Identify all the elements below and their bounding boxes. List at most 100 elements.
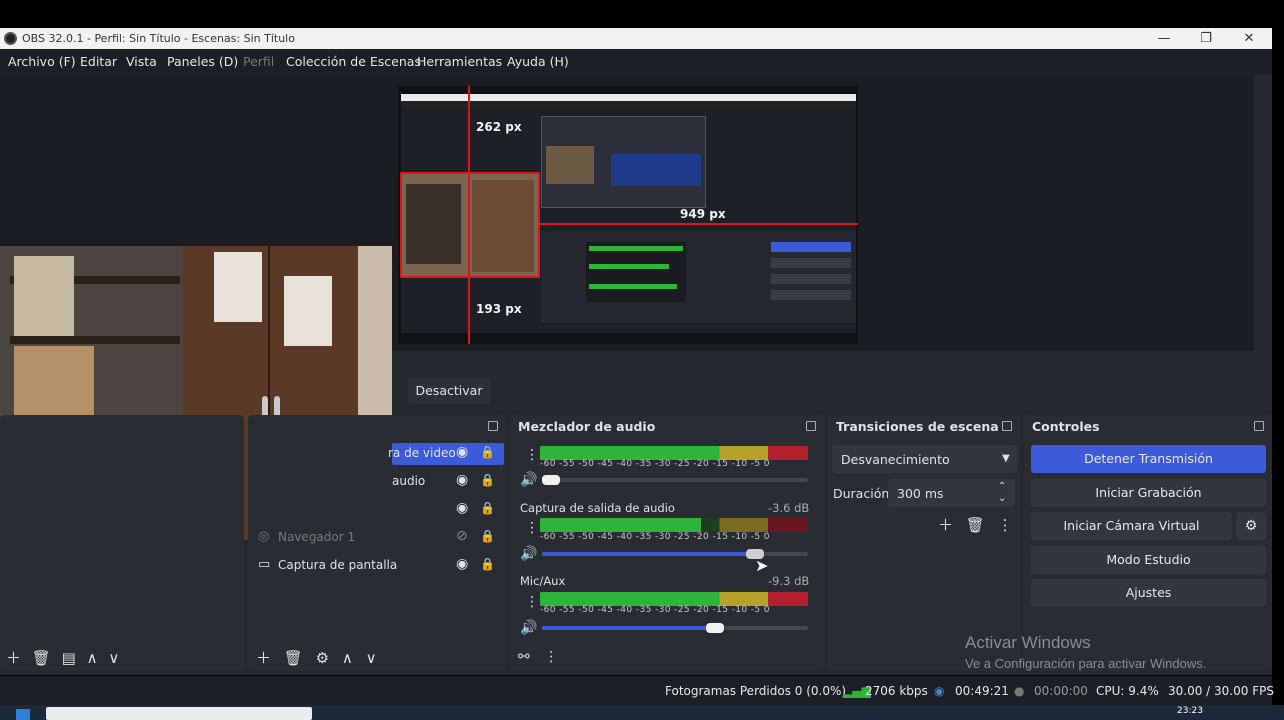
add-transition-icon[interactable]: ＋ xyxy=(938,516,953,534)
mixer-menu-icon[interactable]: ⋮ xyxy=(544,649,558,665)
guide-label-top: 262 px xyxy=(476,120,522,134)
channel-menu-icon[interactable]: ⋮ xyxy=(525,447,539,463)
speaker-icon[interactable]: 🔊 xyxy=(520,620,537,636)
selected-source-box[interactable] xyxy=(400,172,540,278)
source-down-icon[interactable]: ∨ xyxy=(366,649,377,667)
eye-hidden-icon[interactable]: ⊘ xyxy=(456,528,468,544)
restore-button[interactable]: ❐ xyxy=(1191,29,1221,48)
dock-undock-icon[interactable] xyxy=(488,421,498,431)
channel-menu-icon[interactable]: ⋮ xyxy=(525,594,539,610)
lock-icon[interactable]: 🔒 xyxy=(480,501,495,515)
scene-up-icon[interactable]: ∧ xyxy=(87,649,98,667)
transitions-toolbar: ＋ 🗑 ⋮ xyxy=(938,514,1013,535)
transition-selected: Desvanecimiento xyxy=(841,452,950,467)
bitrate: 2706 kbps xyxy=(865,684,928,698)
dock-undock-icon[interactable] xyxy=(1254,421,1264,431)
window-titlebar: OBS 32.0.1 - Perfil: Sin Título - Escena… xyxy=(0,28,1272,49)
transition-select[interactable]: Desvanecimiento ▼ xyxy=(832,445,1017,473)
speaker-icon[interactable]: 🔊 xyxy=(520,546,537,562)
windows-start-icon[interactable] xyxy=(16,709,30,720)
source-label: ra de video xyxy=(388,446,456,460)
deactivate-button[interactable]: Desactivar xyxy=(408,378,490,404)
remove-scene-icon[interactable]: 🗑 xyxy=(32,649,51,667)
source-properties-icon[interactable]: ⚙ xyxy=(316,649,329,667)
channel-meter xyxy=(540,592,808,606)
source-item-selected[interactable]: ra de video ◉ 🔒 xyxy=(388,443,504,465)
guide-vertical xyxy=(468,86,470,344)
menu-ayuda[interactable]: Ayuda (H) xyxy=(507,54,569,69)
speaker-icon[interactable]: 🔊 xyxy=(520,472,537,488)
volume-slider[interactable] xyxy=(542,478,808,482)
menu-herramientas[interactable]: Herramientas xyxy=(417,54,502,69)
eye-icon[interactable]: ◉ xyxy=(456,444,468,460)
transitions-header: Transiciones de escena xyxy=(828,415,1020,439)
sources-header xyxy=(248,415,506,439)
source-item[interactable]: ▭ Captura de pantalla ◉ 🔒 xyxy=(254,555,504,577)
stepper-up-icon[interactable]: ⌃ xyxy=(998,481,1006,492)
dock-undock-icon[interactable] xyxy=(806,421,816,431)
lock-icon[interactable]: 🔒 xyxy=(480,473,495,487)
stepper-down-icon[interactable]: ⌄ xyxy=(998,493,1006,504)
guide-label-right: 949 px xyxy=(680,207,726,221)
menu-bar: Archivo (F) Editar Vista Paneles (D) Per… xyxy=(0,49,1272,75)
browser-icon: ◎ xyxy=(258,529,270,544)
chevron-down-icon: ▼ xyxy=(1002,453,1010,464)
studio-mode-button[interactable]: Modo Estudio xyxy=(1031,546,1266,574)
eye-icon[interactable]: ◉ xyxy=(456,472,468,488)
channel-db: -3.6 dB xyxy=(768,501,810,515)
virtual-cam-settings-icon[interactable]: ⚙ xyxy=(1236,512,1266,540)
channel-menu-icon[interactable]: ⋮ xyxy=(525,520,539,536)
mixer-toolbar: ⚯ ⋮ xyxy=(518,649,558,665)
stream-time: 00:49:21 xyxy=(955,684,1009,698)
menu-vista[interactable]: Vista xyxy=(126,54,157,69)
lock-icon[interactable]: 🔒 xyxy=(480,529,495,543)
record-time: 00:00:00 xyxy=(1034,684,1088,698)
minimize-button[interactable]: — xyxy=(1149,29,1179,48)
menu-archivo[interactable]: Archivo (F) xyxy=(8,54,76,69)
menu-perfil[interactable]: Perfil xyxy=(243,54,274,69)
source-up-icon[interactable]: ∧ xyxy=(342,649,353,667)
stop-stream-button[interactable]: Detener Transmisión xyxy=(1031,445,1266,473)
eye-icon[interactable]: ◉ xyxy=(456,556,468,572)
source-item[interactable]: audio ◉ 🔒 xyxy=(392,471,504,493)
channel-meter xyxy=(540,518,808,532)
scene-filter-icon[interactable]: ▤ xyxy=(62,649,76,667)
remove-source-icon[interactable]: 🗑 xyxy=(284,649,303,667)
window-title: OBS 32.0.1 - Perfil: Sin Título - Escena… xyxy=(22,32,295,45)
menu-editar[interactable]: Editar xyxy=(80,54,117,69)
duration-field[interactable]: 300 ms ⌃ ⌄ xyxy=(888,479,1015,507)
source-item[interactable]: ◎ Navegador 1 ⊘ 🔒 xyxy=(254,527,504,549)
start-virtual-cam-button[interactable]: Iniciar Cámara Virtual xyxy=(1031,512,1232,540)
start-recording-button[interactable]: Iniciar Grabación xyxy=(1031,479,1266,507)
lock-icon[interactable]: 🔒 xyxy=(480,557,495,571)
source-item[interactable]: ◉ 🔒 xyxy=(392,499,504,521)
channel-name: Captura de salida de audio xyxy=(520,501,675,515)
volume-knob[interactable] xyxy=(706,623,724,633)
add-source-icon[interactable]: ＋ xyxy=(256,649,271,667)
add-scene-icon[interactable]: ＋ xyxy=(6,649,21,667)
status-bar: Fotogramas Perdidos 0 (0.0%) ▂▄▆ 2706 kb… xyxy=(0,676,1274,705)
mouse-cursor-icon: ➤ xyxy=(755,556,769,575)
taskbar-search[interactable] xyxy=(46,707,312,720)
obs-logo-icon xyxy=(4,32,17,45)
fps: 30.00 / 30.00 FPS xyxy=(1168,684,1274,698)
source-label: audio xyxy=(392,474,426,488)
controls-title: Controles xyxy=(1032,419,1100,434)
remove-transition-icon[interactable]: 🗑 xyxy=(966,516,985,534)
close-button[interactable]: ✕ xyxy=(1234,29,1264,48)
transition-menu-icon[interactable]: ⋮ xyxy=(998,516,1013,534)
settings-button[interactable]: Ajustes xyxy=(1031,579,1266,607)
guide-label-bottom: 193 px xyxy=(476,302,522,316)
stream-live-icon: ◉ xyxy=(934,684,945,698)
dock-undock-icon[interactable] xyxy=(1002,421,1012,431)
menu-paneles[interactable]: Paneles (D) xyxy=(167,54,238,69)
scene-down-icon[interactable]: ∨ xyxy=(108,649,119,667)
advanced-audio-icon[interactable]: ⚯ xyxy=(518,649,530,665)
lock-icon[interactable]: 🔒 xyxy=(480,445,495,459)
program-preview[interactable]: 262 px 949 px 193 px xyxy=(398,86,858,344)
volume-knob[interactable] xyxy=(542,475,560,485)
volume-slider[interactable] xyxy=(542,626,808,630)
eye-icon[interactable]: ◉ xyxy=(456,500,468,516)
menu-coleccion-escenas[interactable]: Colección de Escenas xyxy=(286,54,421,69)
windows-taskbar: 23:23 xyxy=(0,705,1284,720)
